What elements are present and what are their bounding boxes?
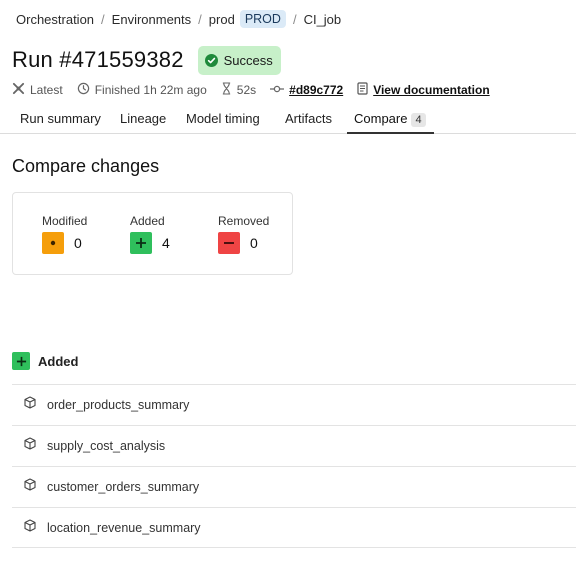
hourglass-icon [221, 82, 237, 98]
list-item[interactable]: customer_orders_summary [12, 466, 576, 507]
added-label: Added [130, 214, 165, 228]
modified-stat: Modified 0 [42, 214, 87, 254]
meta-finished: Finished 1h 22m ago [77, 82, 207, 98]
cube-icon [24, 396, 36, 414]
added-section-title: Added [38, 353, 79, 369]
model-name: supply_cost_analysis [47, 439, 166, 453]
check-circle-icon [204, 53, 218, 67]
list-item[interactable]: supply_cost_analysis [12, 425, 576, 466]
status-badge: Success [197, 45, 281, 75]
breadcrumb-separator: / [198, 11, 202, 27]
plus-icon [130, 232, 152, 254]
list-item[interactable]: order_products_summary [12, 384, 576, 425]
model-name: location_revenue_summary [47, 520, 201, 535]
breadcrumb-separator: / [101, 11, 105, 27]
tab-artifacts[interactable]: Artifacts [285, 111, 332, 126]
added-count: 4 [162, 235, 170, 251]
plus-icon [12, 352, 30, 370]
breadcrumb-prod[interactable]: prod [209, 12, 235, 27]
tab-compare-label: Compare [354, 111, 408, 126]
model-name: order_products_summary [47, 398, 190, 412]
latest-label: Latest [30, 83, 63, 97]
duration-label: 52s [236, 83, 257, 97]
modified-dot-icon [42, 232, 64, 254]
meta-docs: View documentation [357, 82, 490, 98]
removed-count: 0 [250, 235, 258, 251]
breadcrumb: Orchestration / Environments / prod PROD… [16, 9, 341, 29]
active-tab-indicator [347, 132, 434, 134]
clock-icon [77, 82, 95, 98]
document-icon [357, 82, 373, 98]
status-label: Success [223, 52, 273, 68]
page-title: Run #471559382 [12, 47, 184, 72]
added-models-list: order_products_summary supply_cost_analy… [12, 384, 576, 548]
commit-icon [270, 83, 289, 97]
added-stat: Added 4 [130, 214, 170, 254]
tab-count-badge: 4 [411, 113, 426, 127]
meta-duration: 52s [221, 82, 256, 98]
added-section-header[interactable]: Added [12, 352, 78, 370]
environment-badge: PROD [239, 10, 286, 28]
cube-icon [24, 437, 36, 455]
run-meta: Latest Finished 1h 22m ago 52s #d89c772 … [12, 81, 504, 99]
meta-commit: #d89c772 [270, 83, 343, 97]
tab-model-timing[interactable]: Model timing [186, 111, 260, 126]
modified-label: Modified [42, 214, 88, 228]
cube-icon [24, 518, 36, 537]
model-name: customer_orders_summary [47, 480, 200, 494]
minus-icon [218, 232, 240, 254]
breadcrumb-job[interactable]: CI_job [304, 12, 342, 27]
tab-run-summary[interactable]: Run summary [20, 111, 101, 126]
compare-summary-card: Modified 0 Added 4 Removed 0 [12, 192, 293, 275]
breadcrumb-separator: / [292, 11, 297, 27]
finished-label: Finished 1h 22m ago [94, 83, 207, 97]
list-item[interactable]: location_revenue_summary [12, 507, 576, 548]
compare-changes-title: Compare changes [12, 156, 160, 176]
breadcrumb-environments[interactable]: Environments [112, 12, 191, 27]
tab-bar: Run summary Lineage Model timing Artifac… [0, 108, 576, 134]
commit-link[interactable]: #d89c772 [289, 83, 343, 97]
modified-count: 0 [74, 235, 82, 251]
tab-lineage[interactable]: Lineage [120, 111, 166, 126]
cube-icon [24, 478, 36, 496]
meta-latest: Latest [12, 82, 63, 98]
tab-compare[interactable]: Compare 4 [354, 111, 426, 127]
git-merge-icon [12, 82, 30, 98]
run-header: Run #471559382 Success [12, 45, 281, 75]
removed-label: Removed [218, 214, 270, 228]
removed-stat: Removed 0 [218, 214, 269, 254]
breadcrumb-orchestration[interactable]: Orchestration [16, 12, 94, 27]
view-documentation-link[interactable]: View documentation [373, 83, 489, 97]
